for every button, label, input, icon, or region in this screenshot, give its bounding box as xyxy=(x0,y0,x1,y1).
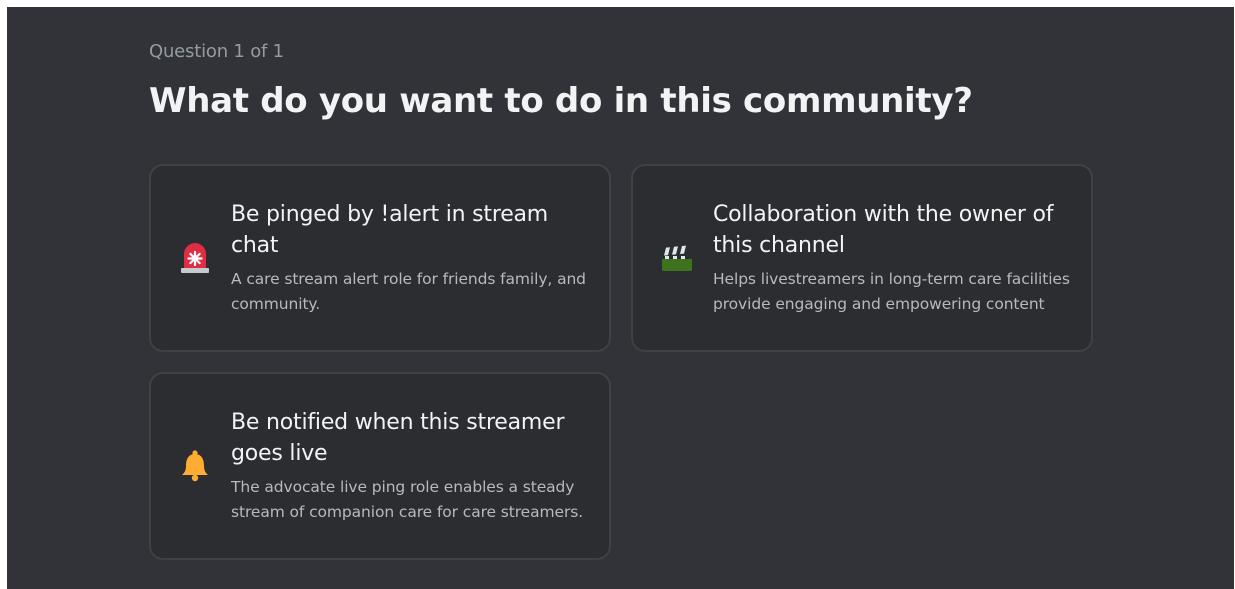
option-collaboration[interactable]: Collaboration with the owner of this cha… xyxy=(631,164,1093,352)
option-live-notification[interactable]: Be notified when this streamer goes live… xyxy=(149,372,611,560)
bell-icon xyxy=(175,446,215,486)
onboarding-panel: Question 1 of 1 What do you want to do i… xyxy=(7,7,1234,589)
question-title: What do you want to do in this community… xyxy=(149,81,973,121)
option-description: The advocate live ping role enables a st… xyxy=(231,478,584,521)
clapper-board-icon xyxy=(657,238,697,278)
question-progress: Question 1 of 1 xyxy=(149,41,284,62)
option-title: Be notified when this streamer goes live xyxy=(231,410,565,466)
option-title: Collaboration with the owner of this cha… xyxy=(713,202,1054,258)
option-alert-ping[interactable]: Be pinged by !alert in stream chat A car… xyxy=(149,164,611,352)
rotating-light-icon xyxy=(175,238,215,278)
option-description: A care stream alert role for friends fam… xyxy=(231,270,586,313)
option-description: Helps livestreamers in long-term care fa… xyxy=(713,270,1070,313)
option-title: Be pinged by !alert in stream chat xyxy=(231,202,549,258)
